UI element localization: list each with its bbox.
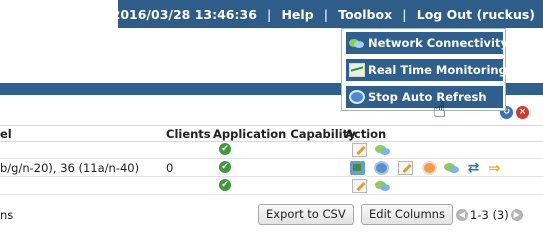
export-csv-button[interactable]: Export to CSV (258, 204, 354, 225)
monitor-icon[interactable] (374, 161, 389, 175)
logout-link[interactable]: Log Out (ruckus) (417, 7, 535, 22)
next-page-icon[interactable]: ▶ (510, 209, 523, 221)
hand-cursor-icon: ☝ (433, 98, 447, 123)
prev-page-icon[interactable]: ◀ (456, 209, 468, 221)
separator: | (266, 6, 272, 22)
pagination: ◀ 1-3 (3) ▶ (456, 208, 523, 222)
separator: | (323, 6, 329, 22)
edit-columns-button[interactable]: Edit Columns (361, 204, 453, 225)
table-row: ✔ (0, 142, 543, 159)
row-clients-cell: 0 (166, 161, 174, 175)
check-icon: ✔ (219, 143, 231, 155)
spectrum-icon[interactable] (422, 161, 437, 175)
help-link[interactable]: Help (281, 7, 313, 22)
table-header: el Clients Application Capability Action (0, 125, 543, 142)
edit-icon[interactable] (352, 179, 367, 193)
restart-icon[interactable]: ⇄ (466, 161, 481, 175)
table-footer: ns Export to CSV Edit Columns ◀ 1-3 (3) … (0, 203, 543, 227)
menu-item-label: Stop Auto Refresh (368, 90, 487, 104)
footer-label: ns (0, 208, 14, 222)
top-header-bar: 2016/03/28 13:46:36 | Help | Toolbox | L… (112, 0, 543, 28)
menu-item-real-time-monitoring[interactable]: Real Time Monitoring (346, 59, 507, 81)
network-connectivity-icon[interactable] (444, 161, 459, 175)
menu-item-stop-auto-refresh[interactable]: Stop Auto Refresh (346, 86, 503, 108)
network-connectivity-icon (349, 36, 365, 50)
column-header-app-capability[interactable]: Application Capability (213, 127, 356, 141)
menu-item-label: Real Time Monitoring (368, 63, 507, 77)
stop-auto-refresh-icon (349, 90, 365, 104)
datetime-display: 2016/03/28 13:46:36 (111, 6, 257, 22)
table-row: b/g/n-20), 36 (11a/n-40) 0 ✔ ⇄ ⇒ (0, 160, 543, 177)
toolbox-dropdown-menu: Network Connectivity Real Time Monitorin… (341, 28, 508, 111)
row-name-cell: b/g/n-20), 36 (11a/n-40) (0, 161, 140, 175)
column-header-action: Action (345, 127, 387, 141)
realtime-monitoring-icon (349, 63, 365, 77)
network-connectivity-icon[interactable] (375, 179, 390, 193)
table-row: ✔ (0, 178, 543, 195)
edit-icon[interactable] (352, 143, 367, 157)
column-header-name[interactable]: el (0, 127, 12, 141)
toolbox-menu-link[interactable]: Toolbox (338, 7, 392, 22)
network-connectivity-icon[interactable] (375, 143, 390, 157)
check-icon: ✔ (219, 179, 231, 191)
arrow-icon[interactable]: ⇒ (488, 161, 503, 176)
pagination-text: 1-3 (3) (470, 208, 509, 222)
menu-item-label: Network Connectivity (368, 36, 508, 50)
column-header-clients[interactable]: Clients (166, 127, 211, 141)
edit-icon[interactable] (398, 161, 413, 175)
close-icon[interactable]: × (516, 106, 529, 119)
speedflex-icon[interactable] (350, 161, 365, 175)
separator: | (402, 6, 407, 22)
menu-item-network-connectivity[interactable]: Network Connectivity (346, 32, 508, 54)
check-icon: ✔ (219, 161, 231, 173)
